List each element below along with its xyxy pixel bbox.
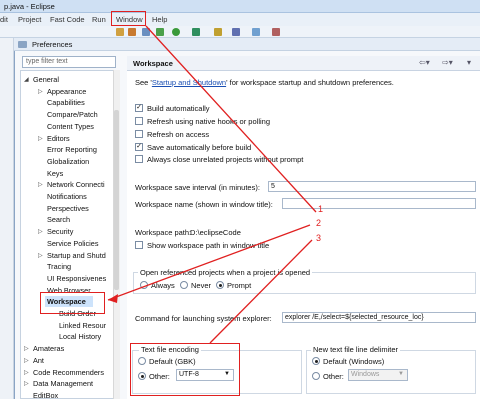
annotation-number: 2 <box>316 218 322 228</box>
annotation-lines <box>107 25 317 344</box>
annotation-line-1 <box>145 25 317 213</box>
annotation-number: 3 <box>316 233 322 243</box>
annotation-line-3 <box>209 239 313 344</box>
arrowhead-icon <box>108 294 118 303</box>
annotation-number: 1 <box>318 204 324 214</box>
annotation-line-2 <box>107 224 311 301</box>
